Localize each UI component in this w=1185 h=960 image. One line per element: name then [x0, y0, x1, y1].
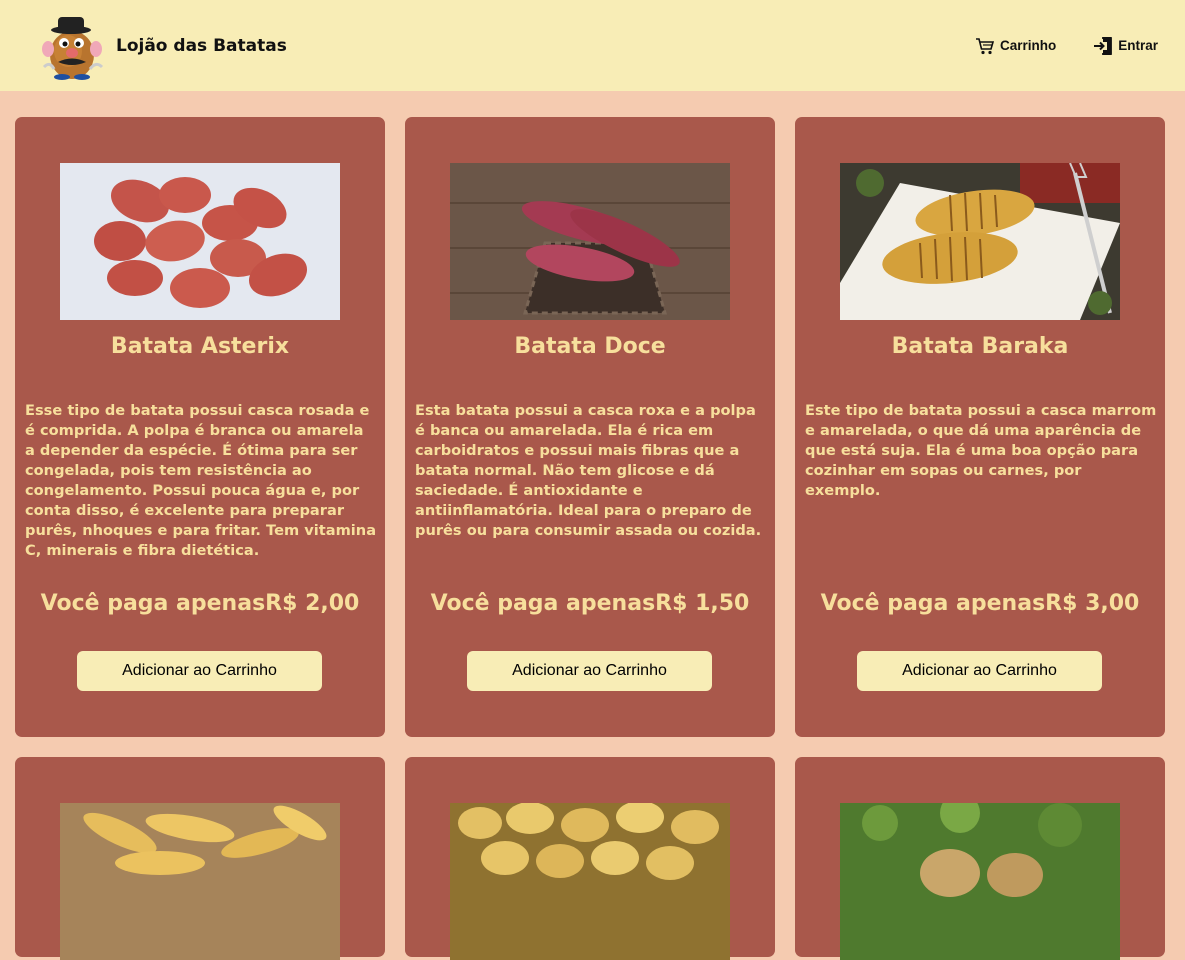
product-title: Batata Doce	[514, 334, 666, 359]
cart-icon	[975, 37, 995, 54]
product-card	[795, 757, 1165, 960]
product-image-4	[60, 803, 340, 960]
product-card: Batata Doce Esta batata possui a casca r…	[405, 117, 775, 737]
login-icon	[1094, 36, 1113, 55]
add-to-cart-button[interactable]: Adicionar ao Carrinho	[857, 651, 1102, 691]
potato-head-icon	[42, 16, 104, 80]
add-to-cart-button[interactable]: Adicionar ao Carrinho	[467, 651, 712, 691]
product-title: Batata Asterix	[110, 334, 290, 359]
add-to-cart-button[interactable]: Adicionar ao Carrinho	[77, 651, 322, 691]
product-image-baraka	[840, 163, 1120, 320]
cart-label: Carrinho	[999, 38, 1057, 53]
product-description: Este tipo de batata possui a casca marro…	[805, 402, 1157, 499]
product-card	[15, 757, 385, 960]
product-grid: Batata Asterix Esse tipo de batata possu…	[0, 91, 1185, 960]
product-description: Esse tipo de batata possui casca rosada …	[25, 402, 377, 559]
product-card	[405, 757, 775, 960]
login-label: Entrar	[1118, 38, 1158, 53]
brand[interactable]: Lojão das Batatas	[40, 11, 287, 81]
product-card: Batata Baraka Este tipo de batata possui…	[795, 117, 1165, 737]
product-title: Batata Baraka	[891, 334, 1069, 359]
brand-name: Lojão das Batatas	[116, 35, 287, 56]
product-image-asterix	[60, 163, 340, 320]
product-price: Você paga apenasR$ 2,00	[40, 591, 360, 616]
cart-link[interactable]: Carrinho	[975, 37, 1056, 55]
header: Lojão das Batatas Carrinho Entrar	[0, 0, 1185, 91]
product-image-6	[840, 803, 1120, 960]
product-image-5	[450, 803, 730, 960]
product-description: Esta batata possui a casca roxa e a polp…	[415, 402, 762, 539]
top-nav: Carrinho Entrar	[938, 36, 1158, 56]
product-price: Você paga apenasR$ 3,00	[820, 591, 1140, 616]
product-card: Batata Asterix Esse tipo de batata possu…	[15, 117, 385, 737]
product-image-doce	[450, 163, 730, 320]
product-price: Você paga apenasR$ 1,50	[430, 591, 750, 616]
login-link[interactable]: Entrar	[1093, 36, 1158, 56]
